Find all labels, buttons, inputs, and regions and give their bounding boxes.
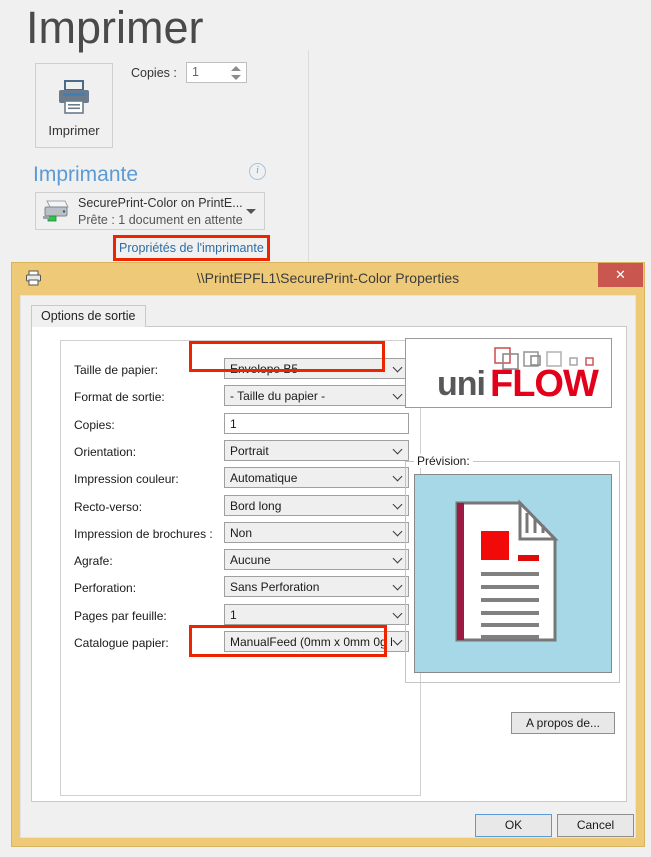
field-row: Copies: 1 xyxy=(61,412,422,440)
copies-spinner[interactable] xyxy=(230,64,242,82)
printer-device-icon xyxy=(41,198,71,226)
field-select[interactable]: Bord long xyxy=(224,494,409,516)
svg-text:uni: uni xyxy=(437,365,485,403)
field-row: Orientation: Portrait xyxy=(61,439,422,467)
printer-selector[interactable]: SecurePrint-Color on PrintE... Prête : 1… xyxy=(35,192,265,230)
field-select[interactable]: Aucune xyxy=(224,549,409,571)
field-row: Impression de brochures : Non xyxy=(61,521,422,549)
field-value: Envelope B5 xyxy=(230,362,299,376)
cancel-button[interactable]: Cancel xyxy=(557,814,634,837)
copies-value: 1 xyxy=(192,65,199,79)
field-row: Impression couleur: Automatique xyxy=(61,467,422,494)
field-label: Agrafe: xyxy=(74,554,113,569)
field-value: - Taille du papier - xyxy=(230,389,326,404)
field-value: Aucune xyxy=(230,553,271,568)
chevron-down-icon[interactable] xyxy=(394,582,403,591)
field-value: Bord long xyxy=(230,498,282,513)
dialog-titlebar[interactable]: \\PrintEPFL1\SecurePrint-Color Propertie… xyxy=(12,263,644,295)
pane-divider xyxy=(308,50,309,270)
field-select[interactable]: Automatique xyxy=(224,467,409,489)
field-select[interactable]: 1 xyxy=(224,603,409,625)
uniflow-logo: uni FLOW xyxy=(405,338,612,408)
field-select[interactable]: Non xyxy=(224,521,409,543)
printer-icon xyxy=(36,79,112,120)
chevron-down-icon[interactable] xyxy=(394,446,403,455)
printer-name: SecurePrint-Color on PrintE... xyxy=(78,196,243,210)
field-row: Recto-verso: Bord long xyxy=(61,494,422,522)
copies-stepper[interactable]: 1 xyxy=(186,62,247,83)
field-row: Catalogue papier: ManualFeed (0mm x 0mm 0… xyxy=(61,631,422,658)
field-value: Sans Perforation xyxy=(230,580,320,595)
tabstrip: Options de sortie xyxy=(31,305,627,328)
spinner-up-icon[interactable] xyxy=(231,66,241,71)
field-value: Automatique xyxy=(230,471,298,486)
document-preview-icon xyxy=(414,474,612,673)
chevron-down-icon[interactable] xyxy=(394,473,403,482)
printer-section-heading: Imprimante xyxy=(33,163,139,186)
field-row: Perforation: Sans Perforation xyxy=(61,576,422,603)
chevron-down-icon[interactable] xyxy=(394,364,403,373)
chevron-down-icon[interactable] xyxy=(394,391,403,400)
field-value: Non xyxy=(230,525,253,540)
chevron-down-icon[interactable] xyxy=(394,555,403,564)
field-input[interactable]: 1 xyxy=(224,412,409,434)
field-row: Agrafe: Aucune xyxy=(61,549,422,576)
info-icon[interactable]: i xyxy=(249,163,266,180)
field-label: Catalogue papier: xyxy=(74,636,169,650)
field-label: Copies: xyxy=(74,417,115,432)
field-value: 1 xyxy=(230,416,237,431)
spinner-down-icon[interactable] xyxy=(231,75,241,80)
chevron-down-icon[interactable] xyxy=(394,610,403,619)
settings-panel: Taille de papier: Envelope B5 Format de so… xyxy=(60,340,421,796)
dialog-title: \\PrintEPFL1\SecurePrint-Color Propertie… xyxy=(196,270,460,286)
field-select[interactable]: Envelope B5 xyxy=(224,358,409,379)
field-label: Format de sortie: xyxy=(74,390,165,405)
field-label: Pages par feuille: xyxy=(74,608,167,623)
chevron-down-icon[interactable] xyxy=(394,528,403,537)
preview-group: Prévision: xyxy=(405,454,620,683)
printer-properties-link[interactable]: Propriétés de l'imprimante xyxy=(119,241,264,255)
field-label: Impression de brochures : xyxy=(74,526,213,541)
screen: Imprimer Imprimer Copies : 1 Imprimante … xyxy=(0,0,651,857)
field-select[interactable]: ManualFeed (0mm x 0mm 0g Norma xyxy=(224,631,409,652)
chevron-down-icon[interactable] xyxy=(394,637,403,646)
about-button[interactable]: A propos de... xyxy=(511,712,615,734)
chevron-down-icon[interactable] xyxy=(394,501,403,510)
preview-group-label: Prévision: xyxy=(414,454,473,468)
field-row: Pages par feuille: 1 xyxy=(61,603,422,631)
page-title: Imprimer xyxy=(26,2,204,53)
field-label: Perforation: xyxy=(74,581,137,596)
field-select[interactable]: Sans Perforation xyxy=(224,576,409,598)
tab-options-de-sortie[interactable]: Options de sortie xyxy=(31,305,146,328)
field-label: Orientation: xyxy=(74,444,137,459)
printer-status: Prête : 1 document en attente xyxy=(78,213,243,227)
field-value: ManualFeed (0mm x 0mm 0g Norma xyxy=(230,635,392,649)
field-value: Portrait xyxy=(230,443,269,458)
chevron-down-icon[interactable] xyxy=(246,209,256,214)
ok-button[interactable]: OK xyxy=(475,814,552,837)
field-label: Recto-verso: xyxy=(74,499,143,514)
field-label: Impression couleur: xyxy=(74,472,179,487)
field-select[interactable]: Portrait xyxy=(224,439,409,461)
print-button-label: Imprimer xyxy=(48,123,100,138)
field-value: 1 xyxy=(230,607,237,622)
field-select[interactable]: - Taille du papier - xyxy=(224,385,409,407)
field-row: Taille de papier: Envelope B5 xyxy=(61,358,422,385)
field-label: Taille de papier: xyxy=(74,363,159,377)
close-icon[interactable]: ✕ xyxy=(598,263,643,287)
svg-text:FLOW: FLOW xyxy=(490,363,599,405)
field-row: Format de sortie: - Taille du papier - xyxy=(61,385,422,412)
print-button[interactable]: Imprimer xyxy=(35,63,113,148)
copies-label: Copies : xyxy=(131,66,177,80)
